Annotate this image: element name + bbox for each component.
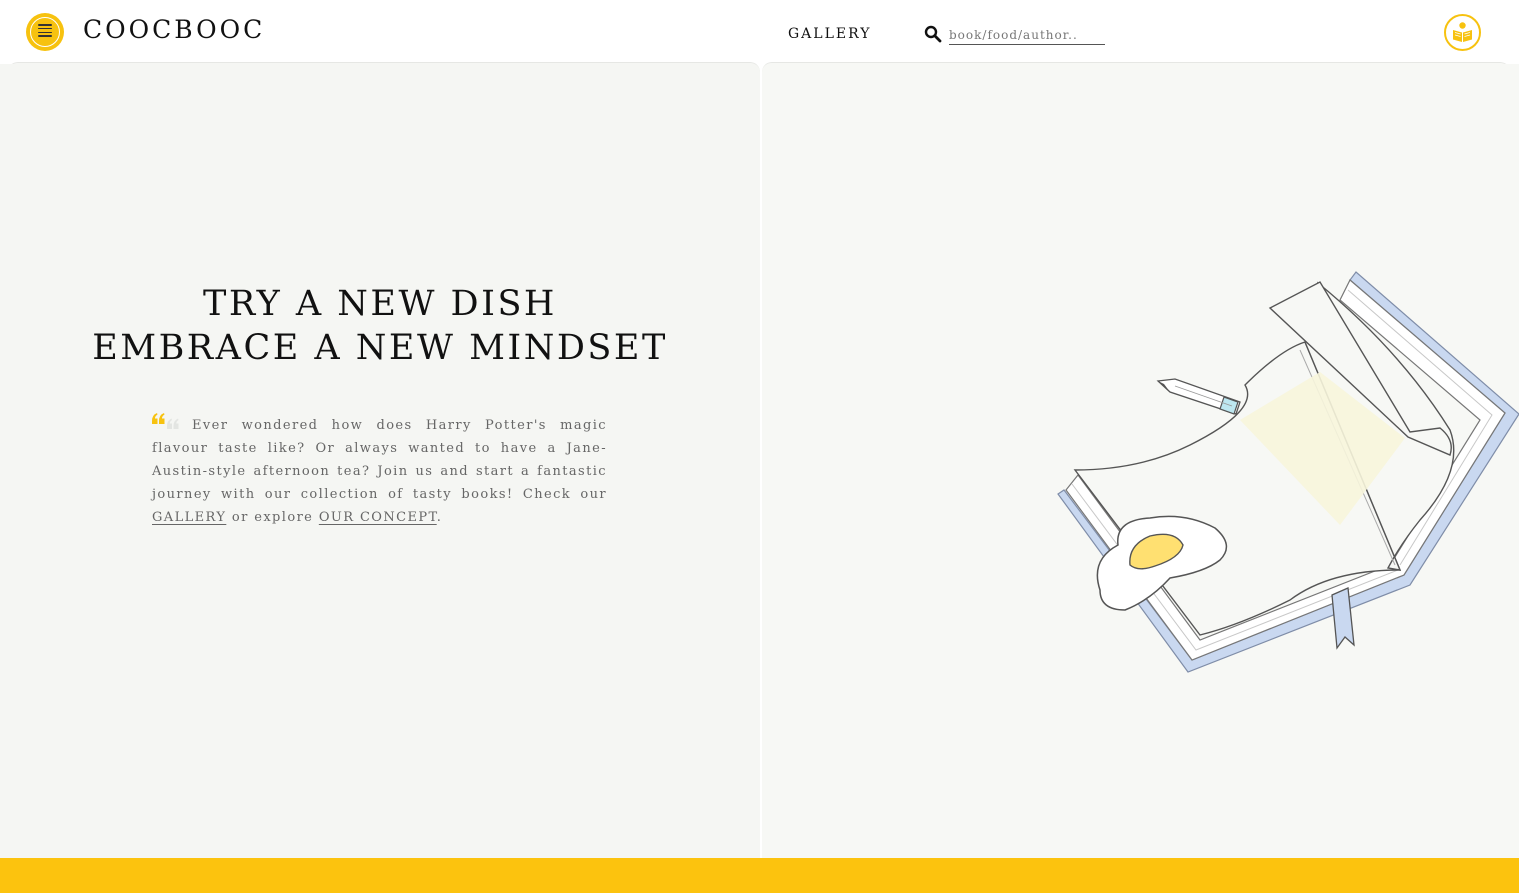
menu-button[interactable] [26,13,64,51]
footer-band [0,858,1519,893]
quote-middle-text: or explore [231,510,314,525]
search-input[interactable] [949,26,1105,45]
hero-title-line1: TRY A NEW DISH [203,284,557,324]
hero-title-line2: EMBRACE A NEW MINDSET [92,328,668,368]
quote-concept-link[interactable]: OUR CONCEPT [319,510,437,525]
nav-gallery-link[interactable]: GALLERY [788,26,871,42]
brand-logo-text[interactable]: COOCBOOC [83,15,265,44]
quote-text: Ever wondered how does Harry Potter's ma… [152,418,607,502]
hero-quote: Ever wondered how does Harry Potter's ma… [152,414,607,529]
pencil [1156,378,1241,415]
top-bar: COOCBOOC GALLERY [0,0,1519,64]
quote-end-text: . [436,510,443,525]
reader-button[interactable] [1444,14,1481,51]
menu-icon [38,24,52,40]
hero-title: TRY A NEW DISH EMBRACE A NEW MINDSET [0,282,760,370]
reader-book-icon [1453,22,1472,42]
book-egg-illustration [1057,271,1519,673]
search-bar [924,24,1106,46]
search-icon[interactable] [924,25,942,43]
quote-gallery-link[interactable]: GALLERY [152,510,226,525]
